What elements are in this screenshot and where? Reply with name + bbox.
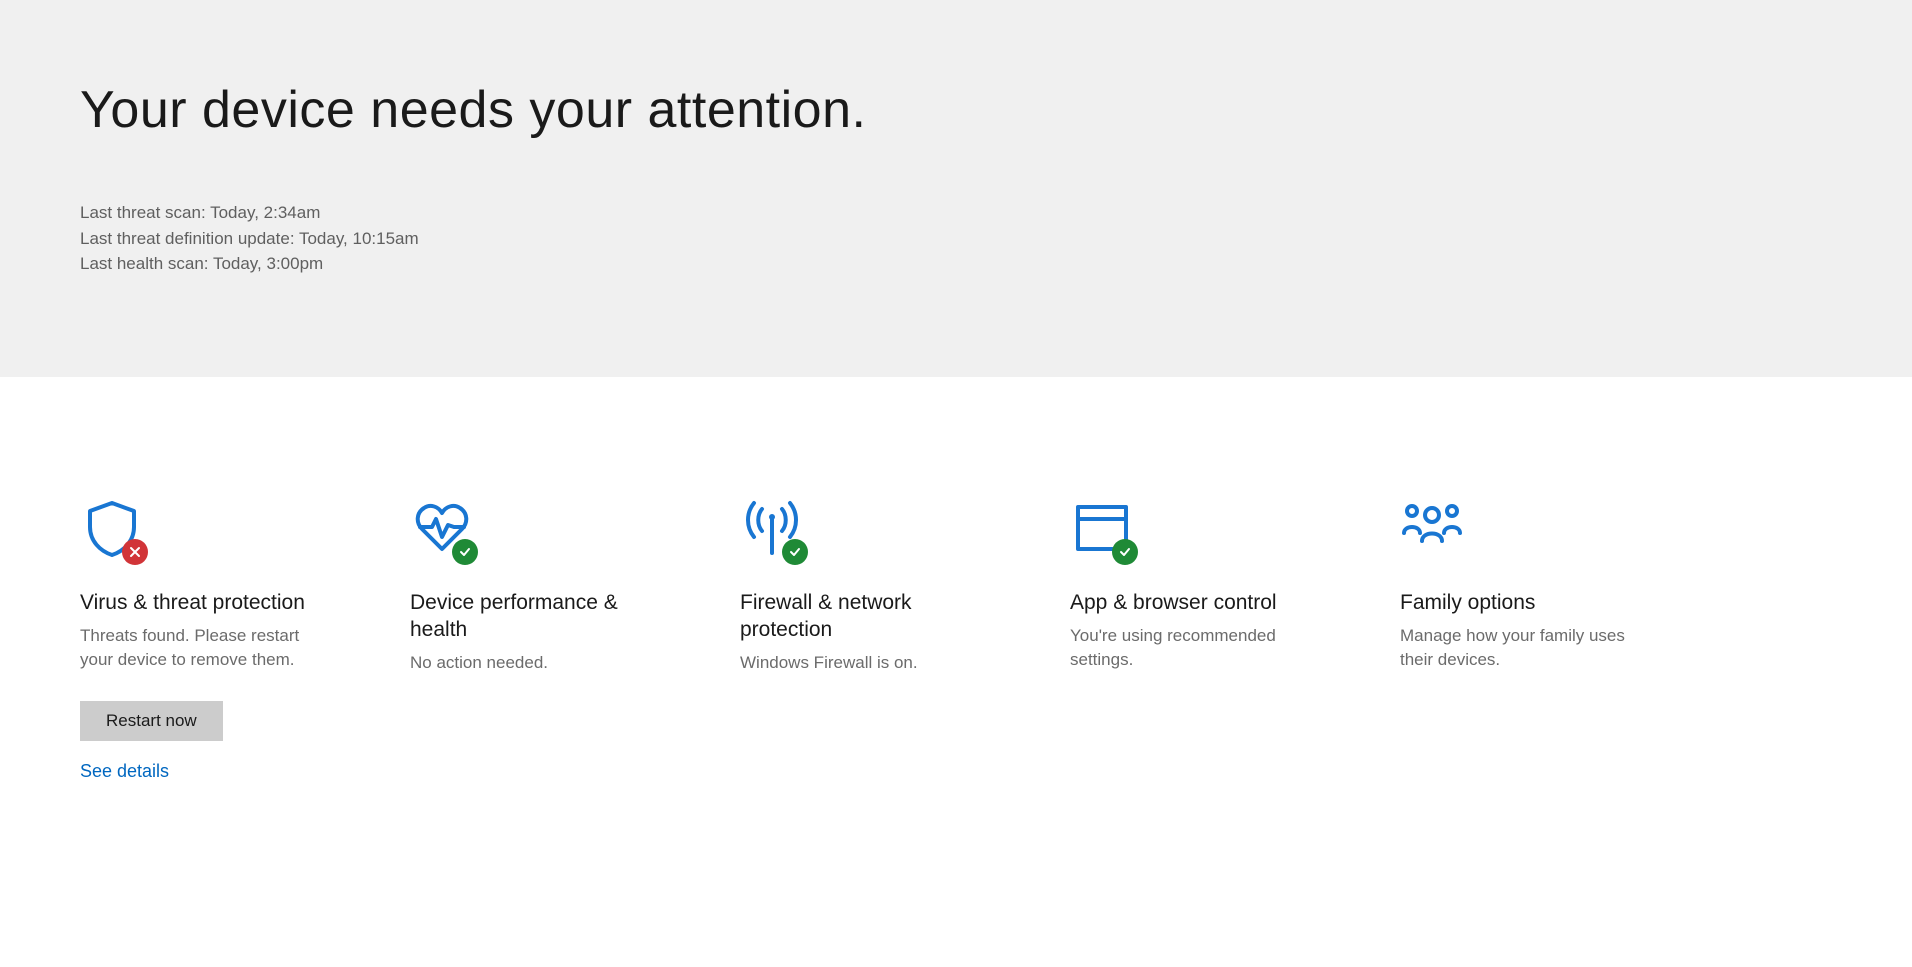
family-people-icon (1400, 497, 1464, 561)
tile-firewall-network-protection[interactable]: Firewall & network protection Windows Fi… (740, 497, 970, 783)
last-threat-scan-line: Last threat scan: Today, 2:34am (80, 200, 1912, 226)
tile-family-options[interactable]: Family options Manage how your family us… (1400, 497, 1630, 783)
tile-description: Windows Firewall is on. (740, 651, 918, 676)
ok-badge-icon (1112, 539, 1138, 565)
tile-title: Device performance & health (410, 589, 640, 644)
tile-title: Firewall & network protection (740, 589, 970, 644)
status-summary: Last threat scan: Today, 2:34am Last thr… (80, 200, 1912, 277)
tile-description: You're using recommended settings. (1070, 624, 1300, 673)
restart-now-button[interactable]: Restart now (80, 701, 223, 741)
tiles-region: Virus & threat protection Threats found.… (0, 377, 1912, 823)
header-region: Your device needs your attention. Last t… (0, 0, 1912, 377)
ok-badge-icon (782, 539, 808, 565)
last-definition-update-line: Last threat definition update: Today, 10… (80, 226, 1912, 252)
tile-app-browser-control[interactable]: App & browser control You're using recom… (1070, 497, 1300, 783)
tile-description: Threats found. Please restart your devic… (80, 624, 310, 673)
last-health-scan-line: Last health scan: Today, 3:00pm (80, 251, 1912, 277)
shield-icon (80, 497, 144, 561)
heart-pulse-icon (410, 497, 474, 561)
tile-title: Family options (1400, 589, 1535, 616)
browser-window-icon (1070, 497, 1134, 561)
page-title: Your device needs your attention. (80, 80, 1912, 140)
tile-description: No action needed. (410, 651, 548, 676)
tile-description: Manage how your family uses their device… (1400, 624, 1630, 673)
tile-title: Virus & threat protection (80, 589, 305, 616)
tile-virus-threat-protection[interactable]: Virus & threat protection Threats found.… (80, 497, 310, 783)
tile-title: App & browser control (1070, 589, 1277, 616)
ok-badge-icon (452, 539, 478, 565)
antenna-signal-icon (740, 497, 804, 561)
see-details-link[interactable]: See details (80, 761, 169, 782)
tile-device-performance-health[interactable]: Device performance & health No action ne… (410, 497, 640, 783)
error-badge-icon (122, 539, 148, 565)
